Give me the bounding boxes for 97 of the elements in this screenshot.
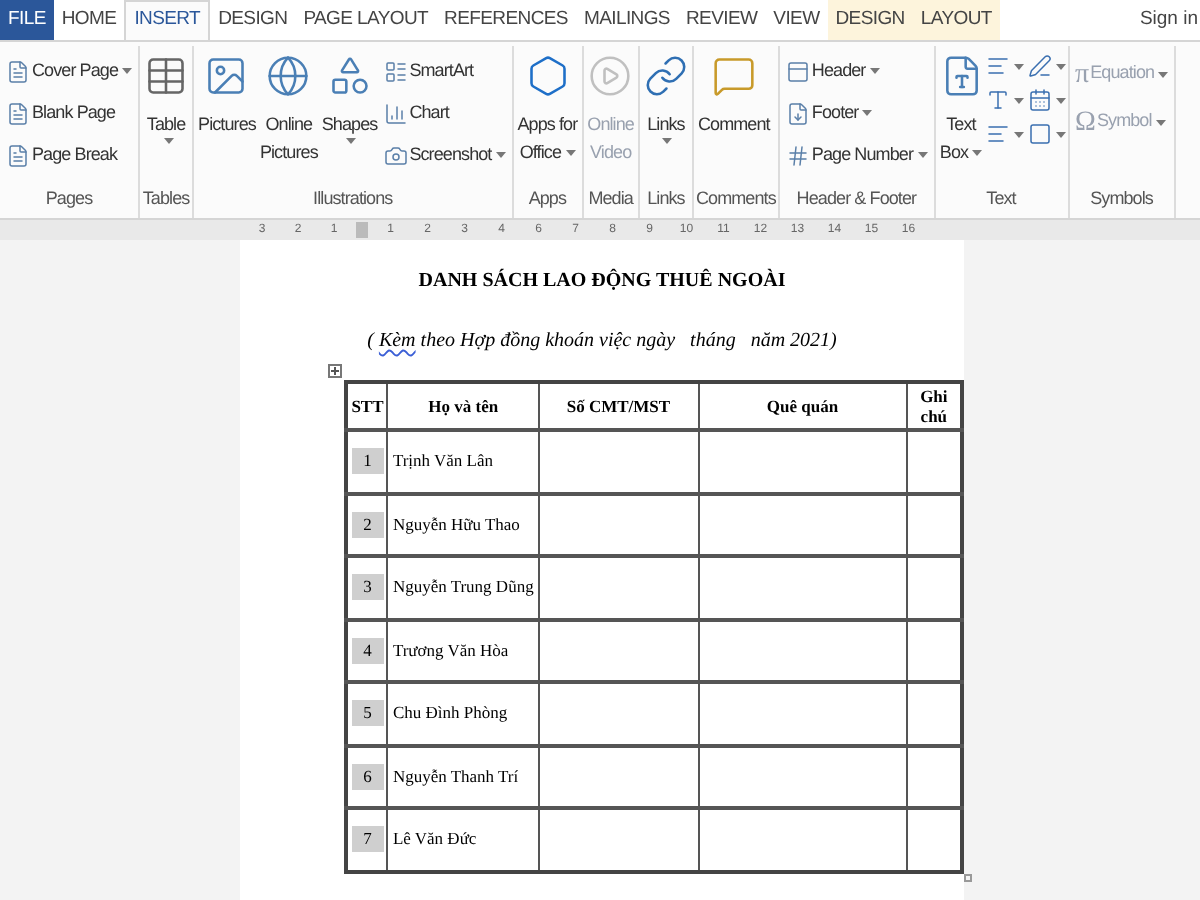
table-cell: Chu Đình Phòng bbox=[387, 682, 539, 745]
ribbon-button[interactable]: Online Pictures bbox=[257, 46, 320, 186]
caret-icon bbox=[122, 68, 133, 74]
group-label: Illustrations bbox=[311, 186, 395, 212]
ribbon-tab[interactable]: PAGE LAYOUT bbox=[295, 0, 437, 40]
link-icon bbox=[643, 54, 688, 98]
sign-in-link[interactable]: Sign in bbox=[1139, 0, 1200, 40]
ribbon-tab[interactable]: LAYOUT bbox=[912, 0, 1000, 40]
row-number: 2 bbox=[351, 511, 384, 538]
caret-icon bbox=[565, 149, 576, 155]
row-number: 7 bbox=[351, 826, 384, 853]
caret-icon bbox=[1055, 131, 1065, 137]
column-header: STT bbox=[346, 382, 388, 430]
smartart-icon bbox=[383, 59, 408, 83]
ribbon-tab[interactable]: HOME bbox=[53, 0, 125, 40]
video-icon bbox=[588, 54, 633, 98]
globe-picture-icon bbox=[266, 54, 311, 98]
ribbon-tab[interactable]: VIEW bbox=[765, 0, 828, 40]
row-number: 6 bbox=[351, 763, 384, 790]
ribbon-button[interactable]: Page Break bbox=[6, 134, 133, 176]
toolbar-button[interactable] bbox=[1027, 54, 1065, 78]
ribbon-button[interactable]: SmartArt bbox=[383, 50, 506, 92]
toolbar-button[interactable] bbox=[985, 122, 1023, 146]
caret-icon bbox=[662, 138, 673, 144]
group-label: Pages bbox=[43, 186, 95, 212]
ribbon-tab[interactable]: MAILINGS bbox=[575, 0, 678, 40]
chart-icon bbox=[383, 101, 408, 125]
table-cell: Lê Văn Đức bbox=[387, 808, 539, 871]
caret-icon bbox=[1013, 63, 1023, 69]
page-number-icon bbox=[785, 143, 810, 167]
ribbon-button[interactable]: Header bbox=[785, 50, 927, 92]
caret-icon bbox=[869, 68, 880, 74]
toolbar-button[interactable] bbox=[1027, 122, 1065, 146]
ribbon-tab[interactable]: INSERT bbox=[124, 0, 211, 40]
group-label: Links bbox=[645, 186, 687, 212]
toolbar-button[interactable] bbox=[1027, 88, 1065, 112]
toolbar-button[interactable] bbox=[985, 54, 1023, 78]
caret-icon bbox=[1013, 97, 1023, 103]
group-label: Tables bbox=[142, 186, 191, 212]
picture-icon bbox=[204, 54, 249, 98]
group-label: Comments bbox=[695, 186, 776, 212]
group-label: Text bbox=[984, 186, 1019, 212]
document-subtitle: ( Kèm theo Hợp đồng khoán việc ngày tháng năm 2021) bbox=[367, 328, 837, 356]
table-resize-handle-icon[interactable] bbox=[964, 873, 972, 881]
ribbon-button[interactable]: Links bbox=[641, 46, 690, 186]
ribbon-button[interactable]: Page Number bbox=[785, 134, 927, 176]
ribbon-button[interactable]: Apps for Office bbox=[515, 46, 580, 186]
ribbon-tab[interactable]: DESIGN bbox=[827, 0, 913, 40]
caret-icon bbox=[862, 110, 873, 116]
ribbon-button[interactable]: Footer bbox=[785, 92, 927, 134]
table-cell: Trịnh Văn Lân bbox=[387, 430, 539, 493]
ribbon-button[interactable]: Cover Page bbox=[6, 50, 133, 92]
table-icon bbox=[144, 54, 189, 98]
table-cell: Nguyễn Thanh Trí bbox=[387, 745, 539, 808]
ribbon-tab[interactable]: REVIEW bbox=[677, 0, 766, 40]
camera-icon bbox=[383, 143, 408, 167]
group-label: Apps bbox=[526, 186, 569, 212]
table-move-handle-icon[interactable] bbox=[328, 364, 342, 378]
ribbon-button[interactable]: Blank Page bbox=[6, 92, 133, 134]
date-time-icon bbox=[1027, 88, 1051, 112]
shapes-icon bbox=[327, 54, 372, 98]
caret-icon bbox=[163, 138, 174, 144]
group-label: Media bbox=[586, 186, 636, 212]
caret-icon bbox=[1055, 97, 1065, 103]
caret-icon bbox=[1055, 63, 1065, 69]
ribbon-button[interactable]: Chart bbox=[383, 92, 506, 134]
ribbon-button[interactable]: Screenshot bbox=[383, 134, 506, 176]
table-cell: Trương Văn Hòa bbox=[387, 619, 539, 682]
row-number: 1 bbox=[351, 448, 384, 475]
ribbon-button[interactable]: Table bbox=[142, 46, 191, 186]
ribbon-tab[interactable]: DESIGN bbox=[210, 0, 296, 40]
row-number: 5 bbox=[351, 700, 384, 727]
ribbon-button[interactable]: Comment bbox=[695, 46, 772, 186]
caret-icon bbox=[1013, 131, 1023, 137]
hexagon-icon bbox=[525, 54, 570, 98]
ribbon-tab[interactable]: FILE bbox=[0, 0, 54, 40]
toolbar-button[interactable] bbox=[985, 88, 1023, 112]
ribbon-button[interactable]: Shapes bbox=[319, 46, 380, 186]
caret-icon bbox=[972, 149, 983, 155]
caret-icon bbox=[1158, 71, 1169, 77]
group-label: Symbols bbox=[1088, 186, 1155, 212]
document-title: DANH SÁCH LAO ĐỘNG THUÊ NGOÀI bbox=[418, 266, 786, 296]
table-cell: Nguyễn Trung Dũng bbox=[387, 556, 539, 619]
row-number: 3 bbox=[351, 574, 384, 601]
caret-icon bbox=[917, 152, 927, 158]
caret-icon bbox=[1155, 119, 1166, 125]
caret-icon bbox=[495, 152, 506, 158]
ribbon-tab[interactable]: REFERENCES bbox=[436, 0, 576, 40]
row-number: 4 bbox=[351, 637, 384, 664]
ribbon-button[interactable]: Pictures bbox=[196, 46, 258, 186]
comment-icon bbox=[711, 54, 756, 98]
ribbon-button[interactable]: Text Box bbox=[937, 46, 985, 186]
signature-icon bbox=[1027, 54, 1051, 78]
indent-marker-icon bbox=[356, 222, 368, 238]
group-label: Header & Footer bbox=[794, 186, 919, 212]
table-cell: Nguyễn Hữu Thao bbox=[387, 493, 539, 556]
caret-icon bbox=[346, 138, 357, 144]
